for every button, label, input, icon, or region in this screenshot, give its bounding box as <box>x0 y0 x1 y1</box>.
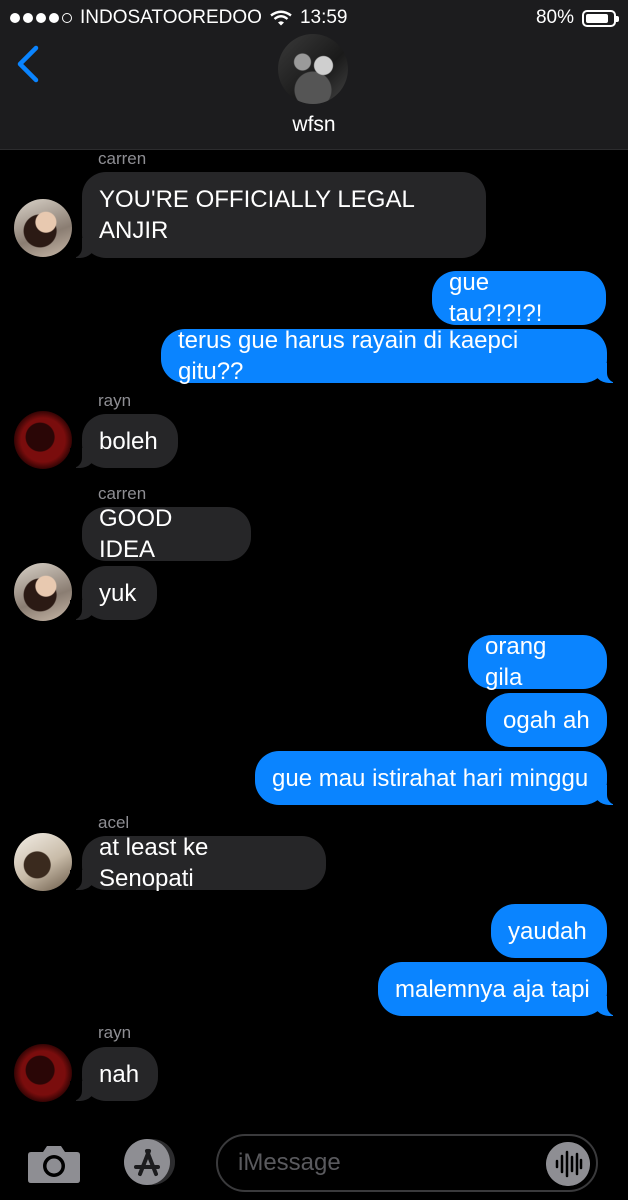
message-text: orang gila <box>485 633 547 691</box>
message-text: yuk <box>99 579 137 607</box>
back-chevron-icon[interactable] <box>14 44 44 84</box>
outgoing-message[interactable]: malemnya aja tapi <box>378 962 619 1016</box>
incoming-message[interactable]: GOOD IDEA <box>82 505 251 563</box>
avatar[interactable] <box>14 199 72 257</box>
message-text: malemnya aja tapi <box>395 975 590 1003</box>
message-text: terus gue harus rayain di kaepci gitu?? <box>178 327 519 385</box>
message-text: boleh <box>99 427 158 455</box>
message-text: GOOD IDEA <box>99 505 173 563</box>
incoming-message[interactable]: at least ke Senopati <box>70 834 326 892</box>
avatar[interactable] <box>14 833 72 891</box>
audio-waveform-icon[interactable] <box>546 1142 590 1186</box>
sender-name: rayn <box>98 1023 132 1042</box>
incoming-message[interactable]: yuk <box>70 566 157 620</box>
outgoing-message[interactable]: terus gue harus rayain di kaepci gitu?? <box>161 327 619 385</box>
incoming-message[interactable]: boleh <box>70 414 178 468</box>
outgoing-message[interactable]: orang gila <box>468 633 607 691</box>
avatar[interactable] <box>14 411 72 469</box>
outgoing-message[interactable]: yaudah <box>491 904 607 958</box>
message-text: gue tau?!?!?! <box>449 269 543 327</box>
camera-icon[interactable] <box>27 1142 81 1184</box>
sender-name: rayn <box>98 391 132 410</box>
avatar[interactable] <box>14 563 72 621</box>
avatar[interactable] <box>14 1044 72 1102</box>
message-text: at least ke Senopati <box>99 834 209 892</box>
imessage-input[interactable]: iMessage <box>216 1134 598 1192</box>
battery-percent: 80% <box>535 7 574 28</box>
group-avatar[interactable] <box>278 34 348 104</box>
message-text: yaudah <box>508 917 587 945</box>
message-text: ogah ah <box>503 706 590 734</box>
message-text: nah <box>99 1060 140 1088</box>
battery-icon <box>582 9 619 27</box>
clock: 13:59 <box>299 7 348 28</box>
input-placeholder: iMessage <box>238 1149 341 1176</box>
sender-name: carren <box>98 149 147 168</box>
signal-strength-icon <box>10 13 72 23</box>
group-name[interactable]: wfsn <box>0 113 628 137</box>
wifi-icon <box>270 10 292 26</box>
message-text: YOU'RE OFFICIALLY LEGAL ANJIR <box>99 186 415 244</box>
carrier-name: INDOSATOOREDOO <box>80 7 262 28</box>
outgoing-message[interactable]: gue mau istirahat hari minggu <box>255 751 619 805</box>
sender-name: acel <box>98 813 130 832</box>
incoming-message[interactable]: nah <box>70 1047 158 1101</box>
status-bar: INDOSATOOREDOO 13:59 80% <box>0 0 628 36</box>
incoming-message[interactable]: YOU'RE OFFICIALLY LEGAL ANJIR <box>70 172 486 258</box>
sender-name: carren <box>98 484 147 503</box>
outgoing-message[interactable]: gue tau?!?!?! <box>432 269 606 327</box>
message-text: gue mau istirahat hari minggu <box>272 764 589 792</box>
outgoing-message[interactable]: ogah ah <box>486 693 607 747</box>
compose-bar: iMessage <box>0 1118 628 1200</box>
app-store-icon[interactable] <box>118 1137 178 1187</box>
